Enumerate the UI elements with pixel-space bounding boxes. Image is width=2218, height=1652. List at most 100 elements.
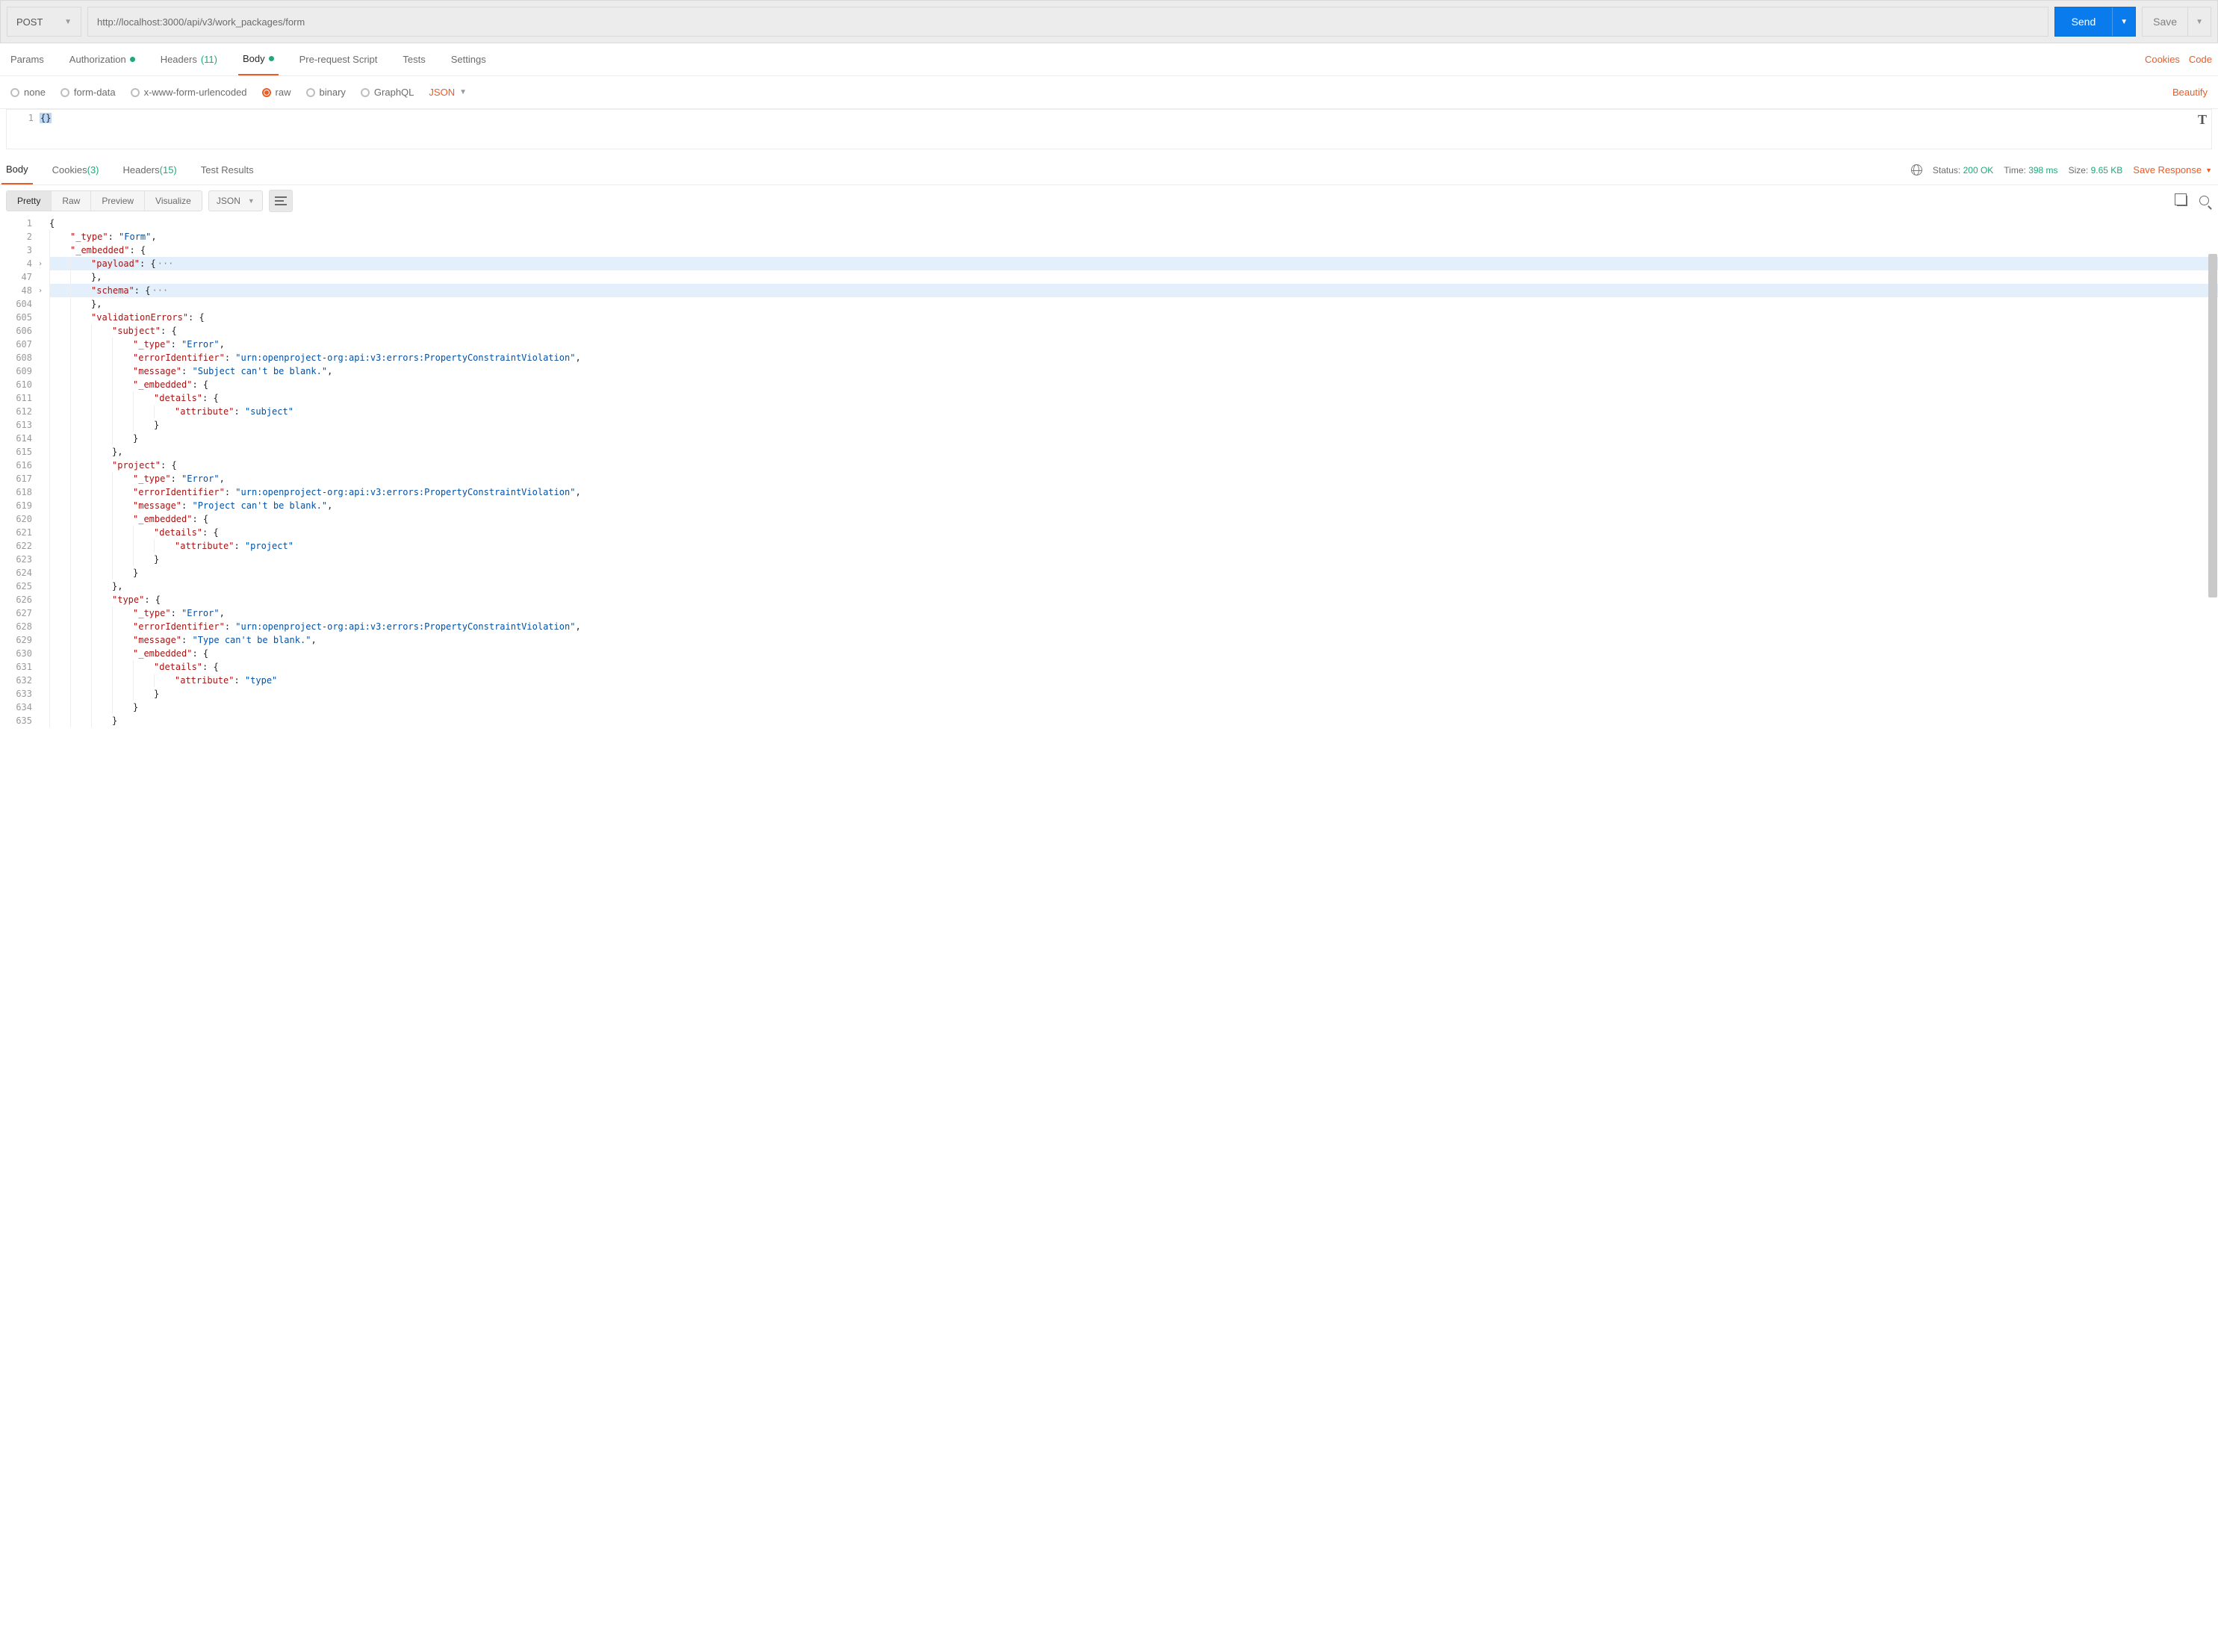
radio-icon <box>10 88 19 97</box>
radio-binary[interactable]: binary <box>306 87 346 98</box>
tab-tests[interactable]: Tests <box>398 43 429 75</box>
code-line: "_embedded": { <box>49 512 2218 526</box>
view-preview[interactable]: Preview <box>91 191 145 211</box>
code-line: "_embedded": { <box>49 243 2218 257</box>
code-line: "schema": {··· <box>49 284 2218 297</box>
view-pretty[interactable]: Pretty <box>7 191 52 211</box>
response-toolbar: Pretty Raw Preview Visualize JSON▼ <box>0 185 2218 217</box>
wrap-icon <box>275 196 287 205</box>
resp-tab-headers[interactable]: Headers (15) <box>119 155 181 184</box>
view-mode-segment: Pretty Raw Preview Visualize <box>6 190 202 211</box>
send-button[interactable]: Send ▼ <box>2054 7 2137 37</box>
resp-tab-testresults[interactable]: Test Results <box>196 155 258 184</box>
chevron-down-icon: ▼ <box>2205 167 2212 174</box>
body-lang-select[interactable]: JSON▼ <box>429 87 467 98</box>
code-line: "payload": {··· <box>49 257 2218 270</box>
code-line: "message": "Type can't be blank.", <box>49 633 2218 647</box>
globe-icon[interactable] <box>1911 164 1922 176</box>
resp-tab-cookies[interactable]: Cookies (3) <box>48 155 104 184</box>
tab-body[interactable]: Body <box>238 43 279 75</box>
radio-urlencoded[interactable]: x-www-form-urlencoded <box>131 87 247 98</box>
code-line: }, <box>49 297 2218 311</box>
editor-code[interactable]: {} <box>40 110 2211 149</box>
code-line: } <box>49 687 2218 701</box>
code-line: "errorIdentifier": "urn:openproject-org:… <box>49 485 2218 499</box>
copy-icon[interactable] <box>2177 196 2187 206</box>
code-line: "project": { <box>49 459 2218 472</box>
status-stat: Status: 200 OK <box>1933 165 1993 176</box>
save-button[interactable]: Save ▼ <box>2142 7 2211 37</box>
url-input[interactable]: http://localhost:3000/api/v3/work_packag… <box>87 7 2048 37</box>
radio-raw[interactable]: raw <box>262 87 291 98</box>
code-line: } <box>49 714 2218 727</box>
status-dot-icon <box>269 56 274 61</box>
fold-icon[interactable]: › <box>38 285 43 298</box>
url-value: http://localhost:3000/api/v3/work_packag… <box>97 16 305 28</box>
radio-icon <box>262 88 271 97</box>
tab-settings[interactable]: Settings <box>447 43 491 75</box>
radio-graphql[interactable]: GraphQL <box>361 87 414 98</box>
request-body-editor[interactable]: 1 {} T <box>6 109 2212 149</box>
request-bar: POST ▼ http://localhost:3000/api/v3/work… <box>0 0 2218 43</box>
request-tabs: Params Authorization Headers (11) Body P… <box>0 43 2218 76</box>
http-method-value: POST <box>16 16 43 28</box>
size-stat: Size: 9.65 KB <box>2069 165 2123 176</box>
code-line: { <box>49 217 2218 230</box>
tab-headers[interactable]: Headers (11) <box>156 43 222 75</box>
tab-params[interactable]: Params <box>6 43 49 75</box>
code-line: "attribute": "type" <box>49 674 2218 687</box>
resp-tab-body[interactable]: Body <box>1 155 33 184</box>
code-line: }, <box>49 270 2218 284</box>
send-dropdown[interactable]: ▼ <box>2112 7 2135 36</box>
radio-icon <box>306 88 315 97</box>
code-line: "_type": "Error", <box>49 606 2218 620</box>
scrollbar-thumb[interactable] <box>2208 254 2217 597</box>
fold-icon[interactable]: › <box>38 258 43 271</box>
chevron-down-icon: ▼ <box>248 197 255 205</box>
code-line: } <box>49 701 2218 714</box>
http-method-select[interactable]: POST ▼ <box>7 7 81 37</box>
radio-none[interactable]: none <box>10 87 46 98</box>
save-response-link[interactable]: Save Response▼ <box>2133 164 2212 176</box>
code-line: "subject": { <box>49 324 2218 338</box>
radio-icon <box>361 88 370 97</box>
radio-icon <box>60 88 69 97</box>
code-line: "type": { <box>49 593 2218 606</box>
code-line: "message": "Subject can't be blank.", <box>49 364 2218 378</box>
code-line: } <box>49 418 2218 432</box>
chevron-down-icon: ▼ <box>2196 18 2203 26</box>
tab-prerequest[interactable]: Pre-request Script <box>295 43 382 75</box>
wrap-lines-button[interactable] <box>269 190 293 212</box>
code-line: "details": { <box>49 660 2218 674</box>
search-icon[interactable] <box>2199 196 2209 205</box>
response-format-select[interactable]: JSON▼ <box>208 190 263 211</box>
radio-formdata[interactable]: form-data <box>60 87 116 98</box>
radio-icon <box>131 88 140 97</box>
response-gutter: 1234›4748›604605606607608609610611612613… <box>0 217 36 727</box>
response-body-viewer[interactable]: 1234›4748›604605606607608609610611612613… <box>0 217 2218 727</box>
code-line: "attribute": "subject" <box>49 405 2218 418</box>
code-line: "validationErrors": { <box>49 311 2218 324</box>
cookies-link[interactable]: Cookies <box>2145 54 2180 65</box>
code-line: "attribute": "project" <box>49 539 2218 553</box>
code-line: "_embedded": { <box>49 378 2218 391</box>
code-line: "_type": "Error", <box>49 338 2218 351</box>
code-line: } <box>49 432 2218 445</box>
code-line: } <box>49 553 2218 566</box>
code-line: } <box>49 566 2218 580</box>
beautify-link[interactable]: Beautify <box>2172 87 2208 98</box>
code-line: "details": { <box>49 526 2218 539</box>
code-line: "details": { <box>49 391 2218 405</box>
code-line: "_type": "Form", <box>49 230 2218 243</box>
body-type-row: none form-data x-www-form-urlencoded raw… <box>0 76 2218 109</box>
time-stat: Time: 398 ms <box>2004 165 2057 176</box>
send-label: Send <box>2055 16 2113 28</box>
code-link[interactable]: Code <box>2189 54 2212 65</box>
view-visualize[interactable]: Visualize <box>145 191 202 211</box>
tab-authorization[interactable]: Authorization <box>65 43 140 75</box>
save-dropdown[interactable]: ▼ <box>2187 7 2211 36</box>
view-raw[interactable]: Raw <box>52 191 91 211</box>
status-dot-icon <box>130 57 135 62</box>
response-code[interactable]: {"_type": "Form","_embedded": {"payload"… <box>36 217 2218 727</box>
code-line: "_type": "Error", <box>49 472 2218 485</box>
